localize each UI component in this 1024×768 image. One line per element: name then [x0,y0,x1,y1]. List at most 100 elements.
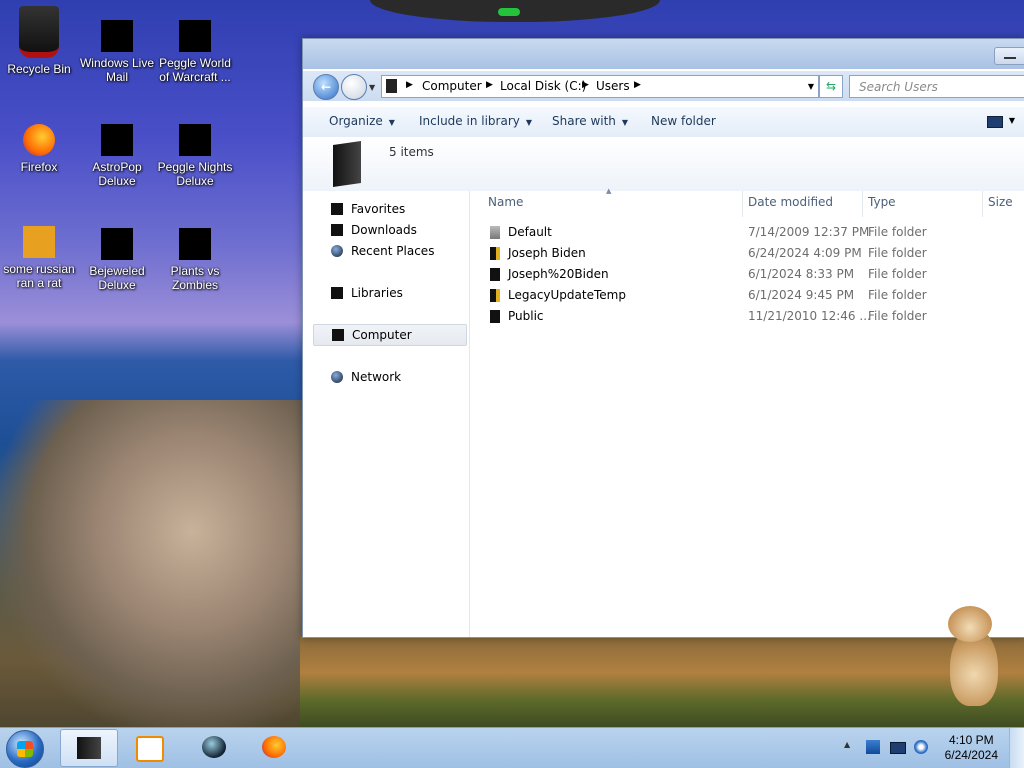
desktop-icon-russian-rat[interactable]: some russian ran a rat [0,226,78,290]
star-icon [331,203,343,215]
nav-label: Libraries [351,286,403,300]
file-name: Joseph%20Biden [508,267,609,281]
chevron-down-icon: ▼ [525,118,533,127]
taskbar-firefox-button[interactable] [246,729,302,765]
file-name: Public [508,309,544,323]
window-titlebar[interactable] [303,39,1024,69]
desktop-icon-astropop[interactable]: AstroPop Deluxe [78,124,156,188]
item-count: 5 items [389,145,434,159]
desktop-icon-label: Peggle World of Warcraft ... [159,56,231,84]
hamster-desktop-pet[interactable] [944,606,1004,706]
show-hidden-icons-button[interactable]: ▲ [844,740,858,754]
file-row[interactable]: Public 11/21/2010 12:46 ... File folder [486,306,1024,327]
include-in-library-label: Include in library [419,114,520,128]
start-button[interactable] [6,730,44,768]
desktop-icon-recycle-bin[interactable]: Recycle Bin [0,6,78,76]
desktop-icon-label: AstroPop Deluxe [92,160,142,188]
breadcrumb-separator-icon[interactable]: ▶ [406,80,413,90]
network-status-icon[interactable] [890,742,906,754]
folder-icon [490,226,500,239]
column-divider[interactable] [862,191,863,217]
desktop-icon-bejeweled[interactable]: Bejeweled Deluxe [78,228,156,292]
taskbar-globe-button[interactable] [186,729,242,765]
desktop-icon-windows-live-mail[interactable]: Windows Live Mail [78,20,156,84]
column-divider[interactable] [742,191,743,217]
new-folder-button[interactable]: New folder [651,114,716,128]
column-divider[interactable] [982,191,983,217]
chevron-down-icon[interactable]: ▼ [1009,116,1015,125]
file-row[interactable]: LegacyUpdateTemp 6/1/2024 9:45 PM File f… [486,285,1024,306]
file-date: 7/14/2009 12:37 PM [748,225,870,239]
share-with-button[interactable]: Share with ▼ [552,114,628,128]
breadcrumb-separator-icon[interactable]: ▶ [486,80,493,90]
minimize-button[interactable] [994,47,1024,65]
desktop-icon-peggle-nights[interactable]: Peggle Nights Deluxe [156,124,234,188]
breadcrumb-local-disk[interactable]: Local Disk (C:) [500,79,586,93]
organize-button[interactable]: Organize ▼ [329,114,395,128]
file-type: File folder [868,267,927,281]
breadcrumb-users[interactable]: Users [596,79,630,93]
share-with-label: Share with [552,114,616,128]
include-in-library-button[interactable]: Include in library ▼ [419,114,532,128]
file-row[interactable]: Joseph Biden 6/24/2024 4:09 PM File fold… [486,243,1024,264]
desktop-icon-firefox[interactable]: Firefox [0,124,78,174]
nav-item-libraries[interactable]: Libraries [313,283,467,303]
forward-button[interactable] [341,74,367,100]
refresh-icon: ⇆ [825,79,837,93]
desktop-icon-label: Firefox [20,160,58,174]
navigation-pane: Favorites Downloads Recent Places Librar… [303,191,470,637]
desktop-icon-label: Bejeweled Deluxe [89,264,145,292]
nav-item-network[interactable]: Network [313,367,467,387]
show-desktop-button[interactable] [1009,728,1024,768]
column-header-size[interactable]: Size [988,195,1013,209]
nav-item-recent-places[interactable]: Recent Places [313,241,467,261]
chevron-down-icon: ▼ [388,118,395,127]
breadcrumb-separator-icon[interactable]: ▶ [582,80,589,90]
nav-item-computer[interactable]: Computer [313,324,467,346]
file-row[interactable]: Joseph%20Biden 6/1/2024 8:33 PM File fol… [486,264,1024,285]
folder-large-icon [333,141,361,187]
nav-item-favorites[interactable]: Favorites [313,199,467,219]
game-icon [179,124,211,156]
volume-icon[interactable] [914,740,928,754]
desktop-icon-label: Recycle Bin [7,62,71,76]
wallpaper-grass [300,636,1024,728]
top-gadget-bar [370,0,660,22]
refresh-button[interactable]: ⇆ [819,75,843,98]
game-icon [179,20,211,52]
search-input[interactable] [857,79,1021,95]
back-button[interactable]: ← [313,74,339,100]
desktop-icon-label: some russian ran a rat [3,262,75,290]
address-dropdown-icon[interactable]: ▼ [808,82,814,91]
network-icon [331,371,343,383]
search-box[interactable] [849,75,1024,98]
change-view-icon[interactable] [987,116,1003,128]
libraries-icon [331,287,343,299]
taskbar-explorer-button[interactable] [60,729,118,767]
folder-icon [490,268,500,281]
computer-icon [332,329,344,341]
address-row: ← ▼ ▶ Computer ▶ Local Disk (C:) ▶ Users… [303,71,1024,101]
command-bar: Organize ▼ Include in library ▼ Share with… [303,107,1024,138]
nav-item-downloads[interactable]: Downloads [313,220,467,240]
breadcrumb-computer[interactable]: Computer [422,79,482,93]
mail-icon [101,20,133,52]
system-clock[interactable]: 4:10 PM 6/24/2024 [945,733,998,763]
desktop-icon-plants-vs-zombies[interactable]: Plants vs Zombies [156,228,234,292]
taskbar-media-player-button[interactable] [120,729,176,765]
column-header-type[interactable]: Type [868,195,896,209]
nav-label: Downloads [351,223,417,237]
breadcrumb-separator-icon[interactable]: ▶ [634,80,641,90]
desktop-icon-peggle-wow[interactable]: Peggle World of Warcraft ... [156,20,234,84]
user-folder-icon [490,247,500,260]
recent-pages-dropdown[interactable]: ▼ [369,83,375,92]
address-bar[interactable]: ▶ Computer ▶ Local Disk (C:) ▶ Users ▶ ▼ [381,75,819,98]
organize-label: Organize [329,114,383,128]
action-center-icon[interactable] [866,740,880,754]
file-type: File folder [868,288,927,302]
column-header-date-modified[interactable]: Date modified [748,195,833,209]
file-row[interactable]: Default 7/14/2009 12:37 PM File folder [486,222,1024,243]
file-list[interactable]: Name ▲ Date modified Type Size Default 7… [470,187,1024,637]
explorer-window[interactable]: ← ▼ ▶ Computer ▶ Local Disk (C:) ▶ Users… [302,38,1024,638]
column-header-name[interactable]: Name [488,195,523,209]
